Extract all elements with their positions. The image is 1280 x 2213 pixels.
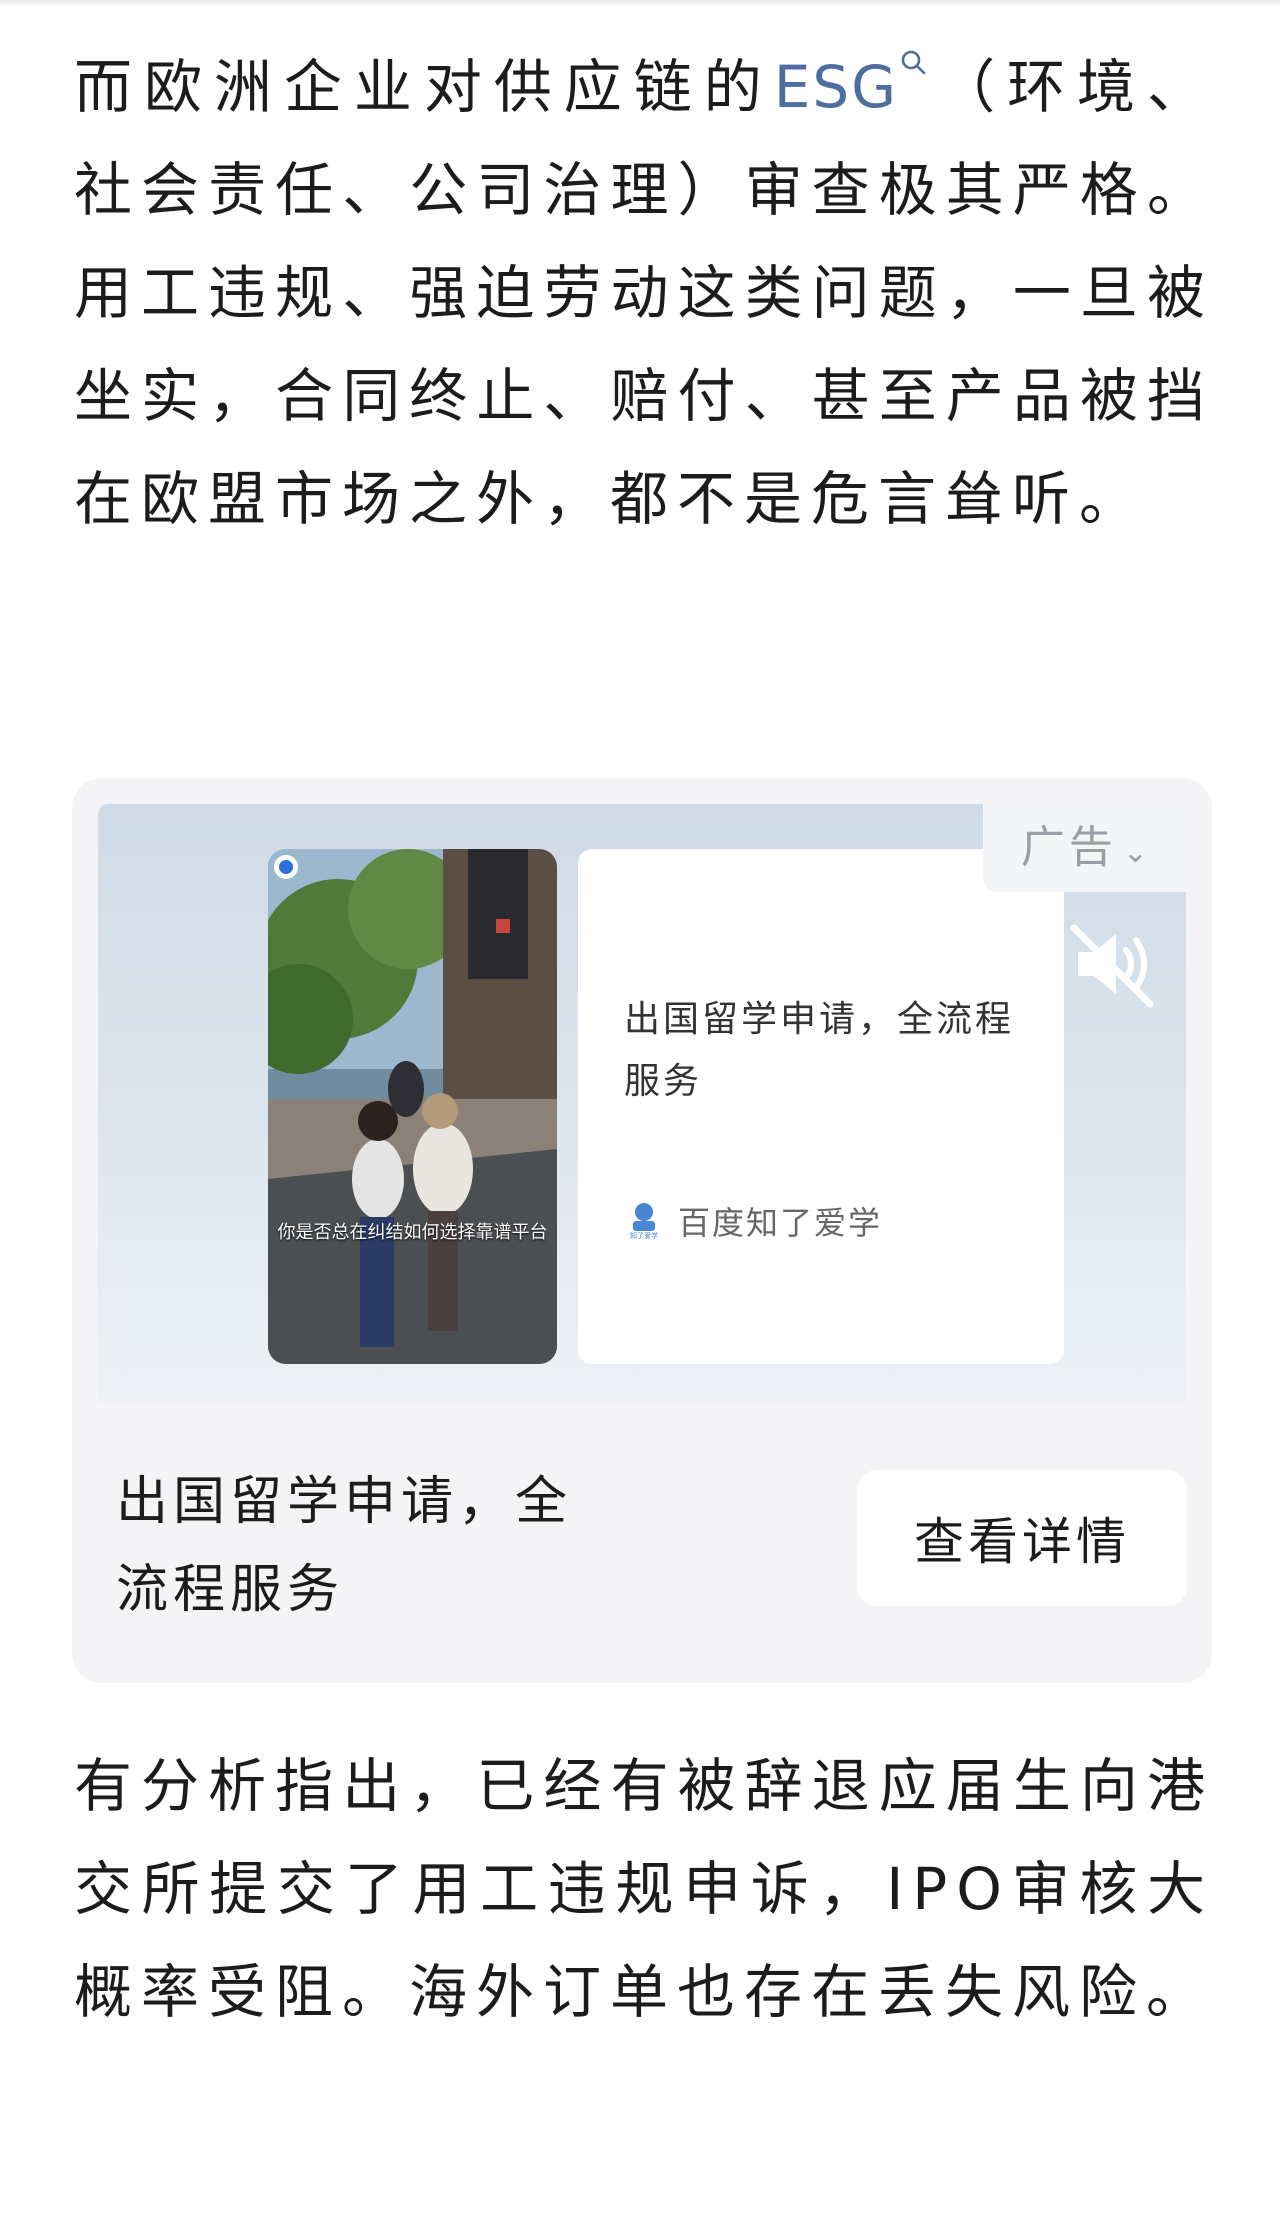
ad-label-dropdown[interactable]: 广告 ⌄ bbox=[983, 804, 1186, 892]
video-thumbnail[interactable]: 你是否总在纠结如何选择靠谱平台 bbox=[268, 849, 557, 1364]
ad-label: 广告 bbox=[1020, 822, 1117, 873]
ad-card[interactable]: 你是否总在纠结如何选择靠谱平台 出国留学申请，全流程服务 知了爱学 百度知了爱学 bbox=[72, 778, 1212, 1683]
esg-keyword-link[interactable]: ESG bbox=[774, 53, 898, 121]
brand-name: 百度知了爱学 bbox=[678, 1204, 883, 1242]
advertiser-brand: 知了爱学 百度知了爱学 bbox=[624, 1199, 882, 1243]
mute-icon[interactable] bbox=[1064, 916, 1160, 1012]
article-paragraph: 有分析指出，已经有被辞退应届生向港交所提交了用工违规申诉，IPO审核大概率受阻。… bbox=[74, 1752, 1214, 2026]
view-details-button[interactable]: 查看详情 bbox=[857, 1470, 1187, 1606]
top-edge-divider bbox=[0, 0, 1280, 8]
ad-headline[interactable]: 出国留学申请，全流程服务 bbox=[116, 1458, 616, 1634]
video-caption: 你是否总在纠结如何选择靠谱平台 bbox=[277, 1222, 548, 1243]
keyword-search-icon[interactable] bbox=[900, 14, 926, 117]
ad-info-title: 出国留学申请，全流程服务 bbox=[624, 999, 1015, 1102]
chevron-down-icon: ⌄ bbox=[1122, 835, 1149, 870]
ad-video-area[interactable]: 你是否总在纠结如何选择靠谱平台 出国留学申请，全流程服务 知了爱学 百度知了爱学 bbox=[98, 804, 1186, 1402]
ad-info-panel[interactable]: 出国留学申请，全流程服务 知了爱学 百度知了爱学 bbox=[578, 849, 1064, 1364]
brand-logo-icon: 知了爱学 bbox=[624, 1199, 664, 1243]
article-paragraph: 而欧洲企业对供应链的ESG （环境、社会责任、公司治理）审查极其严格。用工违规、强… bbox=[74, 14, 1214, 551]
para1-text-before: 而欧洲企业对供应链的 bbox=[74, 53, 774, 121]
para1-text-after: （环境、社会责任、公司治理）审查极其严格。用工违规、强迫劳动这类问题，一旦被坐实… bbox=[74, 53, 1214, 533]
brand-logo-text: 知了爱学 bbox=[630, 1231, 658, 1239]
